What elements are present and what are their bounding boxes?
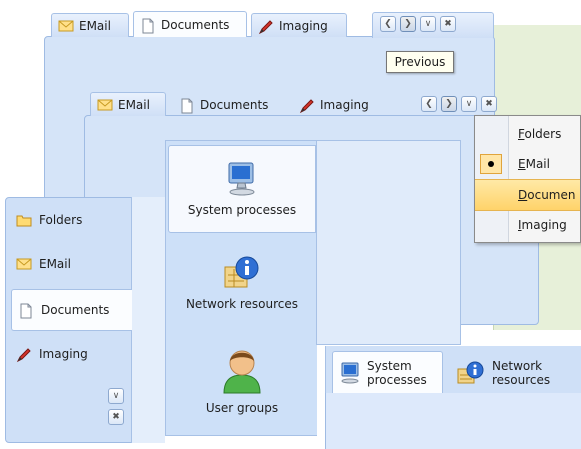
tab-documents-top[interactable]: Documents bbox=[133, 11, 247, 37]
computer-icon bbox=[228, 162, 255, 196]
tab-list-button-middle[interactable]: ∨ bbox=[461, 96, 477, 112]
left-tab-documents[interactable]: Documents bbox=[11, 289, 132, 331]
computer-icon bbox=[341, 362, 359, 383]
bottom-tab-system-line1: System bbox=[367, 358, 412, 373]
tab-email-middle[interactable]: EMail bbox=[90, 92, 166, 116]
scroll-left-button-middle[interactable]: ❮ bbox=[421, 96, 437, 112]
tab-documents-label: Documents bbox=[161, 17, 230, 32]
tooltip-text: Previous bbox=[394, 55, 446, 69]
bottom-tab-network-line1: Network bbox=[492, 359, 543, 373]
tab-email-label: EMail bbox=[118, 97, 150, 112]
bottom-tab-system-processes[interactable]: System processes bbox=[332, 351, 443, 393]
left-tab-folders[interactable]: Folders bbox=[10, 199, 130, 241]
tab-imaging-label: Imaging bbox=[320, 97, 369, 112]
icon-tab-content bbox=[316, 140, 461, 345]
bottom-tab-network-resources[interactable]: Network resources bbox=[452, 354, 581, 392]
left-tab-email[interactable]: EMail bbox=[10, 243, 130, 285]
tab-documents-middle[interactable]: Documents bbox=[172, 92, 288, 116]
folder-icon bbox=[16, 213, 32, 227]
scroll-right-button-top[interactable]: ❯ bbox=[400, 16, 416, 32]
network-info-icon bbox=[457, 361, 484, 384]
email-icon bbox=[58, 19, 74, 33]
tab-email-label: EMail bbox=[79, 18, 111, 33]
menu-item-documents[interactable]: Documen bbox=[475, 179, 580, 211]
menu-item-email[interactable]: EMail bbox=[475, 149, 580, 179]
left-tab-content bbox=[131, 197, 165, 443]
left-tab-documents-label: Documents bbox=[41, 303, 110, 317]
bottom-tab-system-line2: processes bbox=[367, 372, 427, 387]
email-icon bbox=[16, 257, 32, 271]
pen-icon bbox=[299, 98, 315, 113]
user-icon bbox=[223, 350, 261, 394]
left-tab-folders-label: Folders bbox=[39, 213, 83, 227]
scroll-left-button-top[interactable]: ❮ bbox=[380, 16, 396, 32]
pen-icon bbox=[258, 19, 274, 34]
close-button-middle[interactable]: ✖ bbox=[481, 96, 497, 112]
tab-imaging-label: Imaging bbox=[279, 18, 328, 33]
tab-list-menu: Folders EMail Documen Imaging bbox=[474, 115, 581, 243]
tooltip-previous: Previous bbox=[386, 51, 454, 73]
tab-email-top[interactable]: EMail bbox=[51, 13, 129, 37]
menu-item-imaging[interactable]: Imaging bbox=[475, 210, 580, 240]
tab-panel-bottom bbox=[325, 392, 581, 449]
left-tab-imaging[interactable]: Imaging bbox=[10, 333, 130, 375]
document-icon bbox=[179, 98, 195, 113]
tab-imaging-middle[interactable]: Imaging bbox=[292, 92, 390, 116]
network-info-icon bbox=[224, 256, 259, 288]
big-tab-system-label: System processes bbox=[187, 203, 297, 217]
tab-list-button-top[interactable]: ∨ bbox=[420, 16, 436, 32]
document-icon bbox=[140, 18, 156, 33]
tab-documents-label: Documents bbox=[200, 97, 269, 112]
big-tab-network-resources[interactable]: Network resources bbox=[168, 243, 316, 323]
bottom-tab-network-line2: resources bbox=[492, 373, 551, 387]
big-tab-users-label: User groups bbox=[205, 401, 279, 415]
menu-item-folders[interactable]: Folders bbox=[475, 119, 580, 149]
pen-icon bbox=[16, 347, 32, 363]
big-tab-user-groups[interactable]: User groups bbox=[168, 334, 316, 426]
big-tab-network-label: Network resources bbox=[185, 297, 299, 311]
left-tab-email-label: EMail bbox=[39, 257, 71, 271]
check-bullet-icon bbox=[480, 154, 502, 174]
email-icon bbox=[97, 98, 113, 112]
close-button-left[interactable]: ✖ bbox=[108, 409, 124, 425]
document-icon bbox=[18, 303, 34, 319]
tab-list-button-left[interactable]: ∨ bbox=[108, 388, 124, 404]
scroll-right-button-middle[interactable]: ❯ bbox=[441, 96, 457, 112]
close-button-top[interactable]: ✖ bbox=[440, 16, 456, 32]
tab-imaging-top[interactable]: Imaging bbox=[251, 13, 347, 37]
left-tab-imaging-label: Imaging bbox=[39, 347, 88, 361]
big-tab-system-processes[interactable]: System processes bbox=[168, 145, 316, 233]
